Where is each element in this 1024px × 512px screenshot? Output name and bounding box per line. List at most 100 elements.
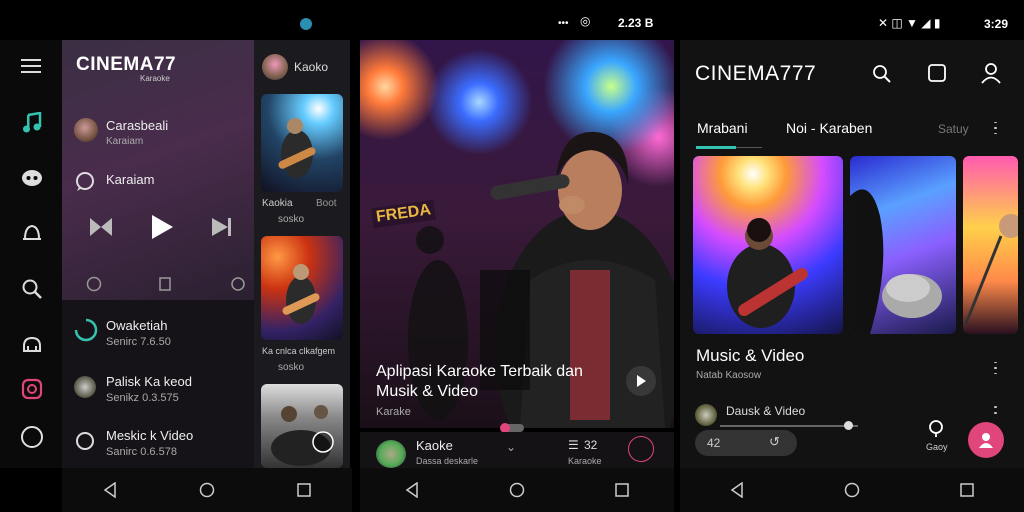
section-title: Music & Video	[696, 346, 805, 365]
search-icon[interactable]	[872, 64, 892, 84]
channel-name: Kaoko	[294, 60, 329, 74]
instagram-icon[interactable]	[21, 378, 43, 400]
list-item-sub: Senikz 0.3.575	[106, 392, 179, 404]
status-time: 3:29	[984, 17, 1009, 31]
repeat-icon[interactable]	[230, 276, 246, 292]
video-thumbnail[interactable]	[261, 384, 343, 468]
music-note-icon[interactable]	[22, 112, 42, 134]
play-icon[interactable]	[150, 214, 174, 240]
menu-icon[interactable]	[21, 58, 41, 74]
profile-fab[interactable]	[968, 422, 1004, 458]
section-sub: Natab Kaosow	[696, 370, 762, 381]
channel-avatar[interactable]	[262, 54, 288, 80]
mini-controls: 42 ↺	[695, 430, 797, 456]
status-time: 2.23 B	[618, 16, 654, 30]
alarm-icon: ◎	[580, 14, 591, 28]
back-icon[interactable]	[402, 480, 422, 500]
seek-bar[interactable]	[720, 421, 858, 430]
player-item-title[interactable]: Carasbeali	[106, 118, 168, 133]
status-bar: ••• ◎ 2.23 B	[360, 12, 674, 36]
bottom-sub: Dassa deskarle	[416, 456, 479, 466]
card-meta: Boot	[316, 198, 337, 209]
profile-ring-button[interactable]	[628, 436, 654, 462]
video-thumbnail[interactable]	[963, 156, 1018, 334]
app-logo-sub: Karaoke	[140, 74, 170, 83]
panel-right: ✕ ◫ ▼ ◢ ▮ 3:29 CINEMA777 Mrabani Noi - K…	[680, 0, 1024, 512]
list-item-title[interactable]: Owaketiah	[106, 318, 167, 333]
mini-label: Gaoy	[926, 442, 948, 452]
replay-icon[interactable]: ↺	[769, 434, 780, 450]
card-sub: sosko	[278, 214, 305, 225]
back-icon[interactable]	[100, 480, 120, 500]
nav-bar	[62, 468, 352, 512]
back-icon[interactable]	[727, 480, 747, 500]
status-bar: ✕ ◫ ▼ ◢ ▮ 3:29	[680, 0, 1024, 40]
more-dots-icon: •••	[558, 18, 569, 29]
panel-middle: ••• ◎ 2.23 B FREDA Aplipasi Karaoke Terb…	[360, 0, 674, 512]
progress-slider[interactable]	[500, 423, 524, 433]
list-icon[interactable]: ☰	[568, 438, 579, 452]
bottom-title: Kaoke	[416, 438, 453, 453]
list-avatar	[74, 376, 96, 398]
side-column: Kaoko Kaokia Boot sosko Ka cnlca clkafge…	[254, 40, 350, 468]
recents-icon[interactable]	[957, 480, 977, 500]
video-thumbnail[interactable]	[261, 236, 343, 340]
chat-icon[interactable]	[74, 170, 96, 192]
play-button[interactable]	[626, 366, 656, 396]
tab-karaben[interactable]: Noi - Karaben	[786, 120, 872, 136]
skip-back-icon[interactable]	[90, 218, 112, 236]
list-item-title[interactable]: Meskic k Video	[106, 428, 193, 443]
recents-icon[interactable]	[294, 480, 314, 500]
count-sub: Karaoke	[568, 456, 602, 466]
search-icon[interactable]	[21, 278, 43, 300]
video-thumbnail[interactable]	[850, 156, 956, 334]
more-icon[interactable]	[994, 120, 998, 136]
circle-icon[interactable]	[20, 425, 44, 449]
home-icon[interactable]	[842, 480, 862, 500]
tab-underline-rest	[736, 147, 762, 148]
left-rail	[0, 40, 62, 468]
replay-icon	[74, 430, 96, 452]
home-icon[interactable]	[507, 480, 527, 500]
card-title: Kaokia	[262, 198, 293, 209]
nav-bar	[360, 468, 674, 512]
home-icon[interactable]	[197, 480, 217, 500]
recents-icon[interactable]	[612, 480, 632, 500]
video-thumbnail[interactable]	[261, 94, 343, 192]
count: 32	[584, 438, 598, 452]
profile-icon[interactable]	[980, 62, 1002, 84]
tab-satuy[interactable]: Satuy	[938, 122, 969, 136]
list-item-sub: Senirc 7.6.50	[106, 336, 171, 348]
song-list: Owaketiah Senirc 7.6.50 Palisk Ka keod S…	[62, 300, 254, 468]
nav-bar	[680, 468, 1024, 512]
queue-icon[interactable]	[158, 276, 172, 292]
chevron-down-icon[interactable]: ⌄	[506, 440, 516, 454]
app-logo: CINEMA77	[76, 54, 177, 75]
tab-mrabani[interactable]: Mrabani	[697, 120, 748, 136]
bell-icon[interactable]	[21, 222, 43, 244]
discord-icon[interactable]	[21, 168, 43, 188]
status-dot	[300, 18, 312, 30]
library-icon[interactable]	[926, 62, 948, 84]
skip-forward-icon[interactable]	[212, 218, 232, 236]
list-item-title[interactable]: Palisk Ka keod	[106, 374, 192, 389]
cast-icon[interactable]	[21, 334, 43, 354]
card-sub: sosko	[278, 362, 305, 373]
mini-count: 42	[707, 436, 721, 450]
hero-title: Aplipasi Karaoke Terbaik dan Musik & Vid…	[376, 363, 583, 400]
more-icon[interactable]	[994, 404, 998, 416]
video-thumbnail[interactable]	[693, 156, 843, 334]
avatar[interactable]	[376, 440, 406, 468]
player-item2-title[interactable]: Karaiam	[106, 172, 154, 187]
tab-underline	[696, 146, 736, 149]
timer-icon[interactable]	[86, 276, 102, 292]
app-logo: CINEMA777	[695, 62, 817, 85]
avatar	[74, 118, 98, 142]
row-title[interactable]: Dausk & Video	[726, 404, 805, 418]
row-avatar	[695, 404, 717, 426]
more-icon[interactable]	[994, 360, 998, 376]
hero-image[interactable]: FREDA Aplipasi Karaoke Terbaik dan Musik…	[360, 40, 674, 428]
player-item-sub: Karaiam	[106, 136, 144, 147]
loading-icon	[74, 318, 98, 342]
mic-icon[interactable]	[928, 420, 944, 438]
